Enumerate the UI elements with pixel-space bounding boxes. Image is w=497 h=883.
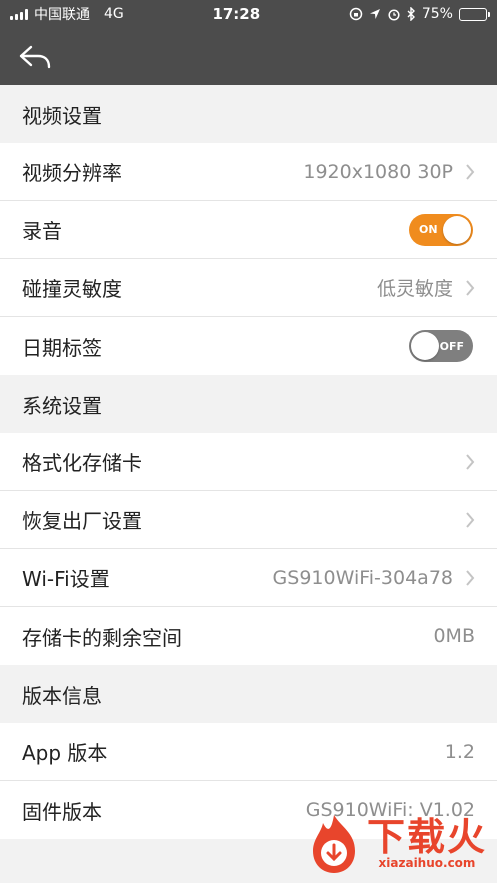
flame-logo-icon <box>312 815 355 873</box>
watermark: 下载火 xiazaihuo.com <box>305 813 487 875</box>
row-label: 存储卡的剩余空间 <box>22 625 182 650</box>
row-app-version: App 版本 1.2 <box>0 723 497 781</box>
watermark-text: 下载火 xiazaihuo.com <box>367 818 487 870</box>
row-label: 录音 <box>22 219 62 243</box>
section-header-system: 系统设置 <box>0 375 497 433</box>
row-audio-recording: 录音 ON <box>0 201 497 259</box>
section-system: 格式化存储卡 恢复出厂设置 Wi-Fi设置 GS910WiFi-304a78 存… <box>0 433 497 665</box>
chevron-right-icon <box>465 163 475 181</box>
row-label: Wi-Fi设置 <box>22 567 110 591</box>
row-label: 固件版本 <box>22 799 102 824</box>
section-header-version: 版本信息 <box>0 665 497 723</box>
chevron-right-icon <box>465 453 475 471</box>
status-left: 中国联通 4G <box>10 4 124 24</box>
battery-percent: 75% <box>421 6 453 22</box>
row-label: App 版本 <box>22 741 108 765</box>
battery-icon <box>458 7 490 21</box>
toggle-knob <box>443 215 471 244</box>
section-header-video: 视频设置 <box>0 85 497 143</box>
status-right: 75% <box>349 6 490 22</box>
section-video: 视频分辨率 1920x1080 30P 录音 ON 碰撞灵敏度 低灵敏度 日期标… <box>0 143 497 375</box>
alarm-icon <box>388 9 400 21</box>
row-label: 恢复出厂设置 <box>22 509 142 533</box>
toggle-knob <box>411 332 439 360</box>
bluetooth-icon <box>407 7 415 21</box>
chevron-right-icon <box>465 569 475 587</box>
chevron-right-icon <box>465 511 475 529</box>
row-value: 1920x1080 30P <box>303 160 453 183</box>
date-stamp-toggle[interactable]: OFF <box>409 330 473 362</box>
row-format-card[interactable]: 格式化存储卡 <box>0 433 497 491</box>
network-label: 4G <box>104 6 124 22</box>
row-date-stamp: 日期标签 OFF <box>0 317 497 375</box>
settings-list: 视频设置 视频分辨率 1920x1080 30P 录音 ON 碰撞灵敏度 低灵敏… <box>0 85 497 839</box>
toggle-state-label: ON <box>419 223 438 236</box>
clock: 17:28 <box>212 5 261 23</box>
row-value: GS910WiFi-304a78 <box>272 566 453 589</box>
row-label: 视频分辨率 <box>22 161 122 185</box>
row-collision-sensitivity[interactable]: 碰撞灵敏度 低灵敏度 <box>0 259 497 317</box>
row-factory-reset[interactable]: 恢复出厂设置 <box>0 491 497 549</box>
watermark-cn: 下载火 <box>366 815 487 859</box>
row-wifi-settings[interactable]: Wi-Fi设置 GS910WiFi-304a78 <box>0 549 497 607</box>
row-value: 0MB <box>433 625 475 647</box>
back-button[interactable] <box>18 37 58 77</box>
carrier-label: 中国联通 <box>34 7 90 23</box>
signal-icon <box>10 8 28 20</box>
row-value: 1.2 <box>444 740 475 763</box>
status-bar: 中国联通 4G 17:28 75% <box>0 0 497 28</box>
row-label: 格式化存储卡 <box>22 451 142 475</box>
toggle-state-label: OFF <box>439 339 464 353</box>
lock-rotation-icon <box>349 7 363 21</box>
audio-toggle[interactable]: ON <box>409 213 473 246</box>
row-card-free-space: 存储卡的剩余空间 0MB <box>0 607 497 665</box>
chevron-right-icon <box>465 279 475 297</box>
back-arrow-icon <box>19 45 51 68</box>
row-label: 日期标签 <box>22 335 102 360</box>
location-icon <box>369 9 380 19</box>
nav-bar <box>0 28 497 85</box>
watermark-en: xiazaihuo.com <box>378 856 476 870</box>
row-label: 碰撞灵敏度 <box>22 277 122 301</box>
row-value: 低灵敏度 <box>376 278 453 300</box>
row-video-resolution[interactable]: 视频分辨率 1920x1080 30P <box>0 143 497 201</box>
